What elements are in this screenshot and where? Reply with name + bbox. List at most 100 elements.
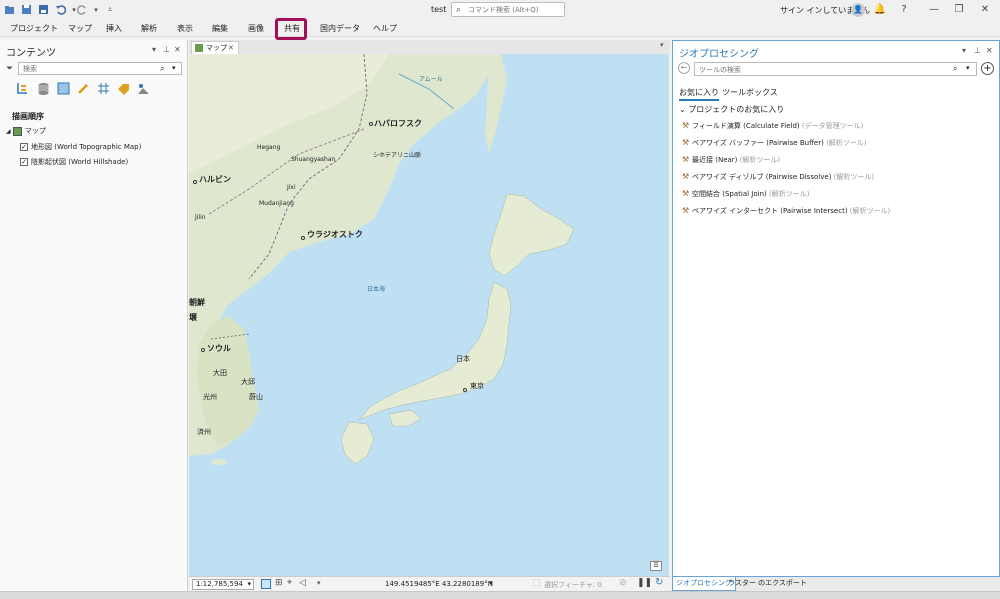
volume-icon[interactable]: ◁ — [299, 578, 306, 588]
selected-features-count: 選択フィーチャ: 0 — [544, 581, 602, 589]
open-project-icon[interactable] — [4, 4, 15, 15]
close-tab-icon[interactable]: ✕ — [228, 42, 234, 54]
command-search-input[interactable] — [468, 4, 562, 15]
scale-selector[interactable]: 1:12,785,594 ▾ — [192, 579, 254, 590]
close-pane-icon[interactable]: ✕ — [174, 45, 181, 54]
tool-category: (データ管理ツール) — [801, 122, 864, 130]
collapse-icon[interactable]: ◢ — [6, 128, 11, 135]
help-icon[interactable]: ? — [897, 3, 911, 17]
tool-spatial-join[interactable]: ⚒ 空間結合 (Spatial Join) (解析ツール) — [682, 189, 809, 199]
customize-toolbar-icon[interactable]: ⩡ — [103, 3, 117, 17]
refresh-icon[interactable]: ↻ — [655, 577, 663, 588]
data-source-icon[interactable] — [37, 82, 50, 95]
project-favorites-label: プロジェクトのお気に入り — [688, 105, 785, 114]
contents-pane: コンテンツ ▾ ⊥ ✕ ⏷ ⌕ ▾ 描画順序 ◢ マップ ✓地形図 (World… — [0, 40, 188, 591]
map-basemap — [189, 54, 575, 465]
overview-icon[interactable]: ☰ — [650, 561, 662, 571]
tab-project[interactable]: プロジェクト — [10, 23, 58, 34]
back-icon[interactable]: ← — [678, 62, 690, 74]
map-label-north-korea: 朝鮮 — [189, 298, 205, 307]
tool-category: (解析ツール) — [768, 190, 810, 198]
drawing-order-label: 描画順序 — [12, 112, 44, 121]
search-options-icon[interactable]: ▾ — [172, 64, 176, 72]
command-search[interactable]: ⌕ — [451, 2, 565, 17]
minimize-icon[interactable]: — — [927, 3, 941, 17]
user-avatar-icon[interactable]: 👤 — [851, 3, 865, 17]
clear-selection-icon[interactable]: ⊘ — [619, 578, 627, 588]
layer-item[interactable]: ✓ 陰影起伏図 (World Hillshade) — [20, 157, 128, 167]
charts-icon[interactable] — [137, 82, 150, 95]
selection-icon[interactable] — [57, 82, 70, 95]
pane-options-icon[interactable]: ▾ — [152, 45, 156, 54]
chevron-down-icon: ⌄ — [679, 105, 686, 114]
snapping-icon[interactable] — [97, 82, 110, 95]
tool-name: ペアワイズ ディゾルブ (Pairwise Dissolve) — [692, 173, 832, 181]
notification-bell-icon[interactable]: 🔔 — [873, 3, 887, 17]
tab-export-raster[interactable]: ラスター のエクスポート — [725, 577, 810, 591]
restore-icon[interactable]: ❐ — [952, 3, 966, 17]
tab-list-icon[interactable]: ▾ — [660, 41, 664, 49]
map-tab-row: マップ ✕ ▾ — [189, 40, 670, 54]
map-label-shuangyashan: Shuangyashan — [291, 156, 336, 163]
tab-map[interactable]: マップ — [68, 23, 92, 34]
filter-icon[interactable]: ⏷ — [6, 64, 13, 74]
tool-category: (解析ツール) — [849, 207, 891, 215]
tab-domestic-data[interactable]: 国内データ — [320, 23, 360, 34]
grid-icon[interactable] — [261, 579, 271, 589]
tool-pairwise-intersect[interactable]: ⚒ ペアワイズ インターセクト (Pairwise Intersect) (解析ツ… — [682, 206, 890, 216]
city-marker — [463, 388, 467, 392]
labeling-icon[interactable] — [117, 82, 130, 95]
snap-icon[interactable]: ⌖ — [287, 578, 292, 588]
tool-search[interactable]: ⌕ ▾ — [694, 62, 977, 76]
tab-favorites[interactable]: お気に入り — [679, 87, 719, 101]
pane-options-icon[interactable]: ▾ — [962, 46, 966, 55]
redo-dropdown-icon[interactable]: ▾ — [89, 3, 103, 17]
pin-icon[interactable]: ⊥ — [974, 46, 981, 55]
tool-pairwise-buffer[interactable]: ⚒ ペアワイズ バッファー (Pairwise Buffer) (解析ツール) — [682, 138, 867, 148]
tab-help[interactable]: ヘルプ — [373, 23, 397, 34]
coordinate-format-icon[interactable]: ▾ — [489, 579, 493, 587]
map-tree-node[interactable]: ◢ マップ — [6, 126, 46, 136]
redo-icon[interactable] — [77, 4, 88, 15]
save-icon[interactable] — [21, 4, 32, 15]
search-icon[interactable]: ⌕ — [160, 64, 164, 74]
add-icon[interactable]: + — [981, 62, 994, 75]
close-window-icon[interactable]: ✕ — [978, 3, 992, 17]
map-label-daejeon: 大田 — [213, 369, 227, 377]
tool-calculate-field[interactable]: ⚒ フィールド演算 (Calculate Field) (データ管理ツール) — [682, 121, 863, 131]
tab-imagery[interactable]: 画像 — [248, 23, 264, 34]
search-options-icon[interactable]: ▾ — [966, 64, 970, 72]
tab-view[interactable]: 表示 — [177, 23, 193, 34]
map-label-mudanjiang: Mudanjiang — [259, 200, 294, 207]
tab-toolboxes[interactable]: ツールボックス — [722, 87, 778, 98]
tool-name: ペアワイズ インターセクト (Pairwise Intersect) — [692, 207, 848, 215]
close-pane-icon[interactable]: ✕ — [986, 46, 993, 55]
tab-edit[interactable]: 編集 — [212, 23, 228, 34]
contents-search[interactable]: ⌕ ▾ — [18, 62, 182, 75]
search-icon[interactable]: ⌕ — [953, 64, 957, 74]
map-view-tab[interactable]: マップ ✕ — [191, 41, 239, 54]
guide-icon[interactable]: ⊞ — [275, 578, 283, 588]
tab-analysis[interactable]: 解析 — [141, 23, 157, 34]
tab-insert[interactable]: 挿入 — [106, 23, 122, 34]
layer-visibility-checkbox[interactable]: ✓ — [20, 158, 28, 166]
drawing-order-icon[interactable] — [16, 82, 29, 95]
scale-value: 1:12,785,594 — [196, 580, 243, 588]
pause-icon[interactable]: ❚❚ — [637, 578, 652, 588]
contents-search-input[interactable] — [23, 64, 153, 74]
map-label-tokyo: 東京 — [470, 382, 484, 390]
map-tab-label: マップ — [206, 44, 227, 52]
tool-near[interactable]: ⚒ 最近接 (Near) (解析ツール) — [682, 155, 780, 165]
tool-pairwise-dissolve[interactable]: ⚒ ペアワイズ ディゾルブ (Pairwise Dissolve) (解析ツール) — [682, 172, 874, 182]
layer-visibility-checkbox[interactable]: ✓ — [20, 143, 28, 151]
map-canvas[interactable]: アムール ハバロフスク シホテアリニ山脈 Hegang Shuangyashan… — [189, 54, 669, 576]
layer-item[interactable]: ✓ 地形図 (World Topographic Map) — [20, 142, 141, 152]
undo-icon[interactable] — [55, 4, 66, 15]
project-favorites-header[interactable]: ⌄ プロジェクトのお気に入り — [679, 104, 784, 115]
save-as-icon[interactable] — [38, 4, 49, 15]
pin-icon[interactable]: ⊥ — [163, 45, 170, 54]
tool-search-input[interactable] — [699, 64, 939, 75]
chevron-down-icon[interactable]: ▾ — [317, 579, 321, 587]
selection-icon[interactable]: ⬚ — [532, 578, 541, 588]
editing-icon[interactable] — [77, 82, 90, 95]
